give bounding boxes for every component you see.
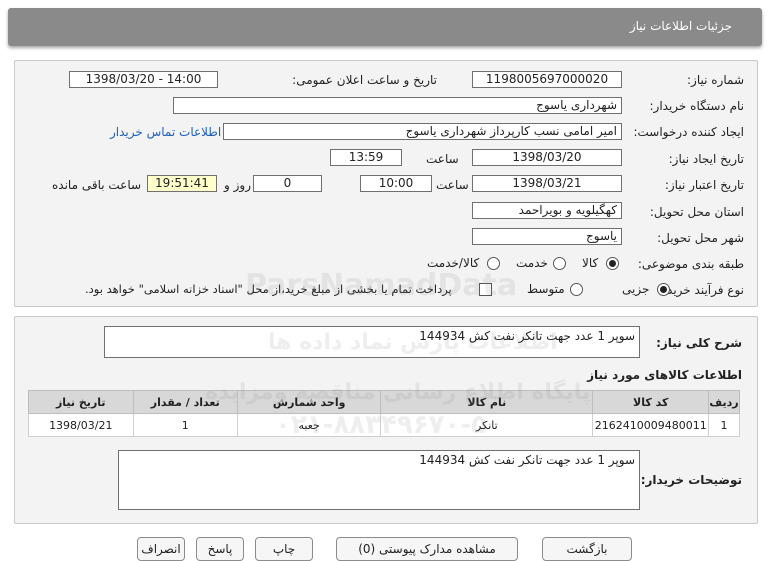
- process-option-medium: متوسط: [527, 282, 565, 296]
- category-radio-service[interactable]: [553, 257, 566, 270]
- created-date-label: تاریخ ایجاد نیاز:: [668, 152, 744, 166]
- remaining-time-field: 19:51:41: [147, 175, 217, 192]
- process-label: نوع فرآیند خرید :: [659, 283, 744, 297]
- validity-time-label: ساعت: [436, 178, 469, 192]
- summary-label: شرح کلی نیاز:: [656, 336, 742, 350]
- row-index: 1: [708, 413, 740, 437]
- need-number-field: 1198005697000020: [472, 71, 622, 88]
- col-qty: تعداد / مقدار: [132, 390, 238, 414]
- buyer-contact-link[interactable]: اطلاعات تماس خریدار: [110, 125, 221, 139]
- process-option-minor: جزیی: [622, 282, 650, 296]
- row-qty: 1: [132, 413, 238, 437]
- back-button[interactable]: بازگشت: [542, 537, 632, 561]
- row-name: تانکر: [380, 413, 594, 437]
- category-radio-goods[interactable]: [606, 257, 619, 270]
- created-time-label: ساعت: [426, 152, 459, 166]
- city-label: شهر محل تحویل:: [657, 231, 744, 245]
- buyer-org-label: نام دستگاه خریدار:: [649, 99, 745, 113]
- treasury-payment-checkbox[interactable]: [479, 283, 492, 296]
- goods-section-title: اطلاعات کالاهای مورد نیاز: [587, 368, 742, 382]
- creator-field: امیر امامی نسب کارپرداز شهرداری یاسوج: [223, 123, 622, 140]
- province-label: استان محل تحویل:: [649, 205, 744, 219]
- creator-label: ایجاد کننده درخواست:: [633, 125, 744, 139]
- col-unit: واحد شمارش: [236, 390, 382, 414]
- category-label: طبقه بندی موضوعی:: [637, 257, 744, 271]
- created-date-field: 1398/03/20: [472, 149, 622, 166]
- category-option-goods-service: کالا/خدمت: [427, 256, 480, 270]
- row-unit: جعبه: [236, 413, 382, 437]
- days-label: روز و: [224, 178, 251, 192]
- process-radio-medium[interactable]: [570, 283, 583, 296]
- validity-date-field: 1398/03/21: [472, 175, 622, 192]
- page-header: جزئیات اطلاعات نیاز: [8, 8, 762, 46]
- announce-field: 1398/03/20 - 14:00: [69, 71, 218, 88]
- goods-table-header: ردیف کد کالا نام کالا واحد شمارش تعداد /…: [28, 390, 740, 414]
- process-radio-minor[interactable]: [657, 283, 670, 296]
- col-row: ردیف: [708, 390, 740, 414]
- row-date: 1398/03/21: [28, 413, 134, 437]
- col-name: نام کالا: [380, 390, 594, 414]
- col-date: تاریخ نیاز: [28, 390, 134, 414]
- cancel-button[interactable]: انصراف: [137, 537, 185, 561]
- remaining-label: ساعت باقی مانده: [52, 178, 142, 192]
- validity-date-label: تاریخ اعتبار نیاز:: [664, 178, 744, 192]
- remaining-days-field: 0: [253, 175, 322, 192]
- created-time-field: 13:59: [330, 149, 402, 166]
- announce-label: تاریخ و ساعت اعلان عمومی:: [292, 73, 437, 87]
- category-option-goods: کالا: [582, 256, 599, 270]
- page-title: جزئیات اطلاعات نیاز: [629, 19, 732, 33]
- category-radio-goods-service[interactable]: [487, 257, 500, 270]
- col-code: کد کالا: [592, 390, 710, 414]
- buyer-org-field: شهرداری یاسوج: [173, 97, 622, 114]
- row-code: 2162410009480011: [592, 413, 710, 437]
- summary-field: سوپر 1 عدد جهت تانکر نفت کش 144934: [104, 326, 640, 358]
- treasury-payment-note: پرداخت تمام یا بخشی از مبلغ خرید،از محل …: [85, 282, 452, 296]
- need-number-label: شماره نیاز:: [687, 73, 744, 87]
- category-option-service: خدمت: [516, 256, 548, 270]
- goods-table: ردیف کد کالا نام کالا واحد شمارش تعداد /…: [28, 390, 740, 437]
- province-field: کهگیلویه و بویراحمد: [472, 202, 622, 219]
- validity-time-field: 10:00: [360, 175, 432, 192]
- buyer-notes-field: سوپر 1 عدد جهت تانکر نفت کش 144934: [118, 450, 640, 510]
- table-row: 1 2162410009480011 تانکر جعبه 1 1398/03/…: [28, 413, 740, 437]
- attachments-button[interactable]: مشاهده مدارک پیوستی (0): [336, 537, 518, 561]
- reply-button[interactable]: پاسخ: [196, 537, 244, 561]
- buyer-notes-label: توضیحات خریدار:: [640, 473, 742, 487]
- print-button[interactable]: چاپ: [255, 537, 313, 561]
- city-field: یاسوج: [472, 228, 622, 245]
